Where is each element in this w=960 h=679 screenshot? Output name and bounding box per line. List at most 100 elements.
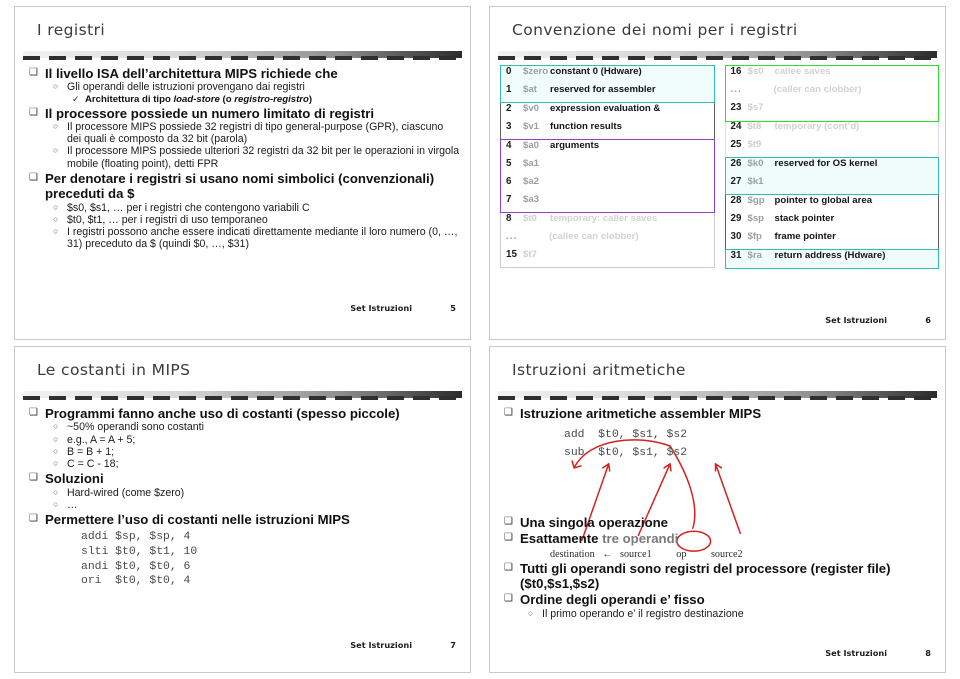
register-row: 8 $t0 temporary: caller saves xyxy=(501,213,714,231)
list-item: ❑ Una singola operazione xyxy=(504,515,935,530)
circle-bullet-icon: ○ xyxy=(53,421,59,432)
bullet-text: Istruzione aritmetiche assembler MIPS xyxy=(520,406,762,421)
register-row: 1 $at reserved for assembler xyxy=(501,84,714,102)
circle-bullet-icon: ○ xyxy=(53,457,59,468)
register-number: 29 xyxy=(730,212,742,224)
register-name: $s0 xyxy=(747,66,764,77)
slide-aritmetiche: Istruzioni aritmetiche ❑ Istruzione arit… xyxy=(489,346,946,673)
register-name: $gp xyxy=(747,194,765,206)
circle-bullet-icon: ○ xyxy=(53,81,59,92)
circle-bullet-icon: ○ xyxy=(528,607,534,618)
bullet-text: Permettere l’uso di costanti nelle istru… xyxy=(45,511,350,527)
register-row: 23 $s7 xyxy=(726,102,939,120)
square-bullet-icon: ❑ xyxy=(29,171,38,183)
list-item: ○ I registri possono anche essere indicat… xyxy=(51,226,460,250)
footer-label: Set Istruzioni xyxy=(350,640,412,650)
code-block: add $t0, $s1, $s2 sub $t0, $s1, $s2 xyxy=(564,429,688,459)
square-bullet-icon: ❑ xyxy=(29,407,38,418)
list-item: ❑ Esattamente tre operandi xyxy=(504,531,935,546)
list-item: ❑ Il processore possiede un numero limita… xyxy=(29,106,460,121)
register-description: return address (Hdware) xyxy=(774,249,886,261)
register-row: 0 $zero constant 0 (Hdware) xyxy=(501,66,714,84)
circle-bullet-icon: ○ xyxy=(53,445,59,456)
list-item: ○ $s0, $s1, … per i registri che contengo… xyxy=(51,202,460,214)
register-number: ... xyxy=(730,84,742,96)
register-row: 31 $ra return address (Hdware) xyxy=(726,250,939,268)
bullet-text: Il livello ISA dell’architettura MIPS ri… xyxy=(45,66,338,81)
page-number: 8 xyxy=(925,648,931,658)
register-name: $a1 xyxy=(523,157,540,169)
list-item: ❑ Tutti gli operandi sono registri del pr… xyxy=(504,561,935,592)
register-name: $t7 xyxy=(523,249,537,261)
square-bullet-icon: ❑ xyxy=(29,106,38,118)
slide-body: ❑ Programmi fanno anche uso di costanti (… xyxy=(29,405,460,589)
bullet-list-tail: ❑ Una singola operazione ❑ Esattamente tre … xyxy=(504,515,935,547)
page-title: Le costanti in MIPS xyxy=(37,361,191,379)
list-item: ○ e.g., A = A + 5; xyxy=(51,434,460,446)
list-item: ○ $t0, $t1, … per i registri di uso tempo… xyxy=(51,214,460,226)
register-description: stack pointer xyxy=(774,212,835,224)
register-row: 29 $sp stack pointer xyxy=(726,213,939,231)
slide-convenzione-nomi: Convenzione dei nomi per i registri 0 $ze… xyxy=(489,6,946,340)
bullet-text: e.g., A = A + 5; xyxy=(67,433,136,446)
register-row: 30 $fp frame pointer xyxy=(726,231,939,249)
register-number: 24 xyxy=(730,120,742,132)
handout-sheet: I registri ❑ Il livello ISA dell’architet… xyxy=(0,0,960,679)
list-item: ○ Il primo operando e’ il registro destin… xyxy=(526,608,935,620)
register-description: constant 0 (Hdware) xyxy=(550,66,642,77)
bullet-list-head: ❑ Istruzione aritmetiche assembler MIPS xyxy=(504,406,935,421)
list-item: ❑ Soluzioni xyxy=(29,471,460,486)
square-bullet-icon: ❑ xyxy=(29,512,38,524)
register-number: 25 xyxy=(730,139,742,151)
register-number: ... xyxy=(506,230,518,242)
bullet-list: ❑ Il livello ISA dell’architettura MIPS r… xyxy=(29,66,460,250)
register-number: 2 xyxy=(506,102,512,114)
register-row: 25 $t9 xyxy=(726,139,939,157)
register-group: 26 $k0 reserved for OS kernel 27 $k1 xyxy=(724,156,939,196)
register-number: 31 xyxy=(730,249,742,261)
bullet-text: $s0, $s1, … per i registri che contengon… xyxy=(67,201,310,214)
register-name: $fp xyxy=(747,230,762,242)
list-item: ○ Il processore MIPS possiede 32 registri… xyxy=(51,121,460,145)
square-bullet-icon: ❑ xyxy=(29,472,38,484)
register-description: temporary (cont’d) xyxy=(774,120,860,132)
register-row: 7 $a3 xyxy=(501,194,714,212)
bullet-text: Hard-wired (come $zero) xyxy=(67,486,185,499)
bullet-text: Il processore MIPS possiede 32 registri … xyxy=(67,121,444,146)
register-description: frame pointer xyxy=(774,230,836,242)
register-number: 15 xyxy=(506,249,517,261)
register-group: 28 $gp pointer to global area 29 $sp stack po… xyxy=(724,193,939,251)
register-name: $t0 xyxy=(523,212,537,224)
check-bullet-icon: ✓ xyxy=(72,93,80,104)
title-dashed-rule xyxy=(23,396,462,400)
bullet-text: Per denotare i registri si usano nomi si… xyxy=(45,170,435,202)
register-name: $k1 xyxy=(747,175,764,187)
register-row: 6 $a2 xyxy=(501,176,714,194)
register-description: expression evaluation & xyxy=(550,102,661,114)
bullet-text: Soluzioni xyxy=(45,471,104,487)
list-item: ❑ Ordine degli operandi e’ fisso xyxy=(504,592,935,607)
register-row: 2 $v0 expression evaluation & xyxy=(501,103,714,121)
register-name: $v0 xyxy=(523,102,540,114)
register-group: 8 $t0 temporary: caller saves... (callee ca… xyxy=(500,211,715,269)
circle-bullet-icon: ○ xyxy=(53,498,59,509)
register-description: callee saves xyxy=(774,66,831,77)
operand-op: op xyxy=(676,548,687,560)
register-group: 24 $t8 temporary (cont’d) 25 $t9 xyxy=(724,119,939,159)
square-bullet-icon: ❑ xyxy=(504,407,513,418)
square-bullet-icon: ❑ xyxy=(504,532,513,544)
slide-registri: I registri ❑ Il livello ISA dell’architet… xyxy=(14,6,471,340)
title-dashed-rule xyxy=(498,56,937,60)
title-dashed-rule xyxy=(23,56,462,60)
register-number: 1 xyxy=(506,84,512,96)
circle-bullet-icon: ○ xyxy=(53,433,59,444)
bullet-text: Il processore possiede un numero limitat… xyxy=(45,105,375,121)
operand-source1: source1 xyxy=(620,548,652,560)
page-title: Convenzione dei nomi per i registri xyxy=(512,21,798,39)
circle-bullet-icon: ○ xyxy=(53,486,59,497)
page-number: 5 xyxy=(450,303,456,313)
register-number: 4 xyxy=(506,139,512,151)
register-description: reserved for assembler xyxy=(550,84,656,96)
register-description: temporary: caller saves xyxy=(550,212,658,224)
list-item: ○ Il processore MIPS possiede ulteriori 3… xyxy=(51,145,460,169)
